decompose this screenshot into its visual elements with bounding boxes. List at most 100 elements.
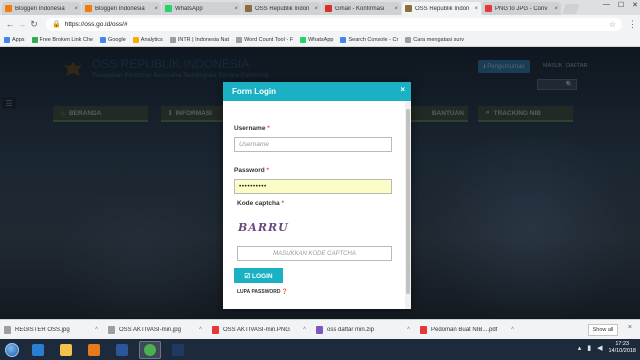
bookmark-label: Free Broken Link Che [39,36,94,43]
lock-icon: 🔒 [52,21,61,28]
required-mark: * [281,200,284,207]
username-field[interactable]: Username [234,137,392,152]
chevron-up-icon[interactable]: ^ [199,327,202,333]
back-arrow-icon[interactable]: ← [4,19,16,29]
volume-icon[interactable]: ◀ [597,344,602,352]
chevron-up-icon[interactable]: ^ [95,327,98,333]
download-item[interactable]: REGISTER OSS.jpg ^ [4,325,98,334]
taskbar-app[interactable] [167,341,189,359]
start-button[interactable] [0,339,24,360]
tab-close-icon[interactable]: × [394,6,398,12]
browser-tab[interactable]: Gmail - Konfirmasi × [322,2,401,15]
forgot-password-link[interactable]: LUPA PASSWORD ❓ [237,289,288,295]
browser-tab[interactable]: Bloggen Indonesia × [82,2,161,15]
minimize-icon[interactable]: — [603,1,610,9]
bookmark-label: Cara mengatasi surv [413,36,465,43]
username-label: Username * [234,125,270,132]
download-item[interactable]: OSS AKTIVASI-min.jpg ^ [108,325,202,334]
login-modal: Form Login × Username * Username Passwor… [223,82,411,309]
downloads-bar: REGISTER OSS.jpg ^ OSS AKTIVASI-min.jpg ^ … [0,319,640,339]
browser-tab[interactable]: PNG to JPG - Conv × [482,2,561,15]
window-controls: — ☐ ✕ [603,1,638,9]
bookmark-label: Word Count Tool - F [244,36,294,43]
tab-close-icon[interactable]: × [554,6,558,12]
new-tab-button[interactable] [562,4,580,14]
bookmarks-bar: Apps Free Broken Link Che Google Analyti… [0,33,640,47]
browser-tab[interactable]: OSS Republik Indon × [242,2,321,15]
tray-arrow-icon[interactable]: ▴ [578,344,582,352]
password-field[interactable]: •••••••••• [234,179,392,194]
chrome-icon [144,343,156,356]
bookmark-star-icon[interactable]: ☆ [609,20,616,29]
chevron-up-icon[interactable]: ^ [407,327,410,333]
captcha-image: BARRU [238,221,289,234]
required-mark: * [267,125,270,132]
browser-tab[interactable]: WhatsApp × [162,2,241,15]
analytics-icon [132,36,139,43]
bookmark-favicon-icon [236,36,243,43]
search-console-icon [340,36,347,43]
scrollbar-thumb[interactable] [406,109,410,294]
taskbar-app[interactable] [27,341,49,359]
windows-start-icon [5,342,19,357]
bookmark-item[interactable]: Search Console - Cr [340,36,399,43]
explorer-icon [60,343,72,356]
download-item[interactable]: Pedoman Buat NIB....pdf ^ [420,325,514,334]
file-icon [108,325,115,334]
browser-tab-active[interactable]: OSS Republik Indon × [402,2,481,15]
tab-label: OSS Republik Indon [415,5,470,12]
taskbar-app[interactable] [83,341,105,359]
bookmark-item[interactable]: Analytics [132,36,163,43]
network-icon[interactable]: ▮ [587,344,591,352]
captcha-label-text: Kode captcha [237,200,280,207]
chevron-up-icon[interactable]: ^ [511,327,514,333]
taskbar-app[interactable] [55,341,77,359]
bookmark-favicon-icon [31,36,38,43]
close-window-icon[interactable]: ✕ [632,1,638,9]
close-downloads-icon[interactable]: × [628,324,632,331]
show-all-downloads-button[interactable]: Show all [588,324,618,336]
bookmark-item[interactable]: Word Count Tool - F [236,36,294,43]
modal-scrollbar[interactable] [405,101,411,309]
forward-arrow-icon[interactable]: → [16,19,28,29]
bookmark-item[interactable]: Cara mengatasi surv [405,36,465,43]
browser-menu-icon[interactable]: ⋮ [628,19,637,30]
chevron-up-icon[interactable]: ^ [303,327,306,333]
download-item[interactable]: OSS AKTIVASI-min.PNG ^ [212,325,306,334]
file-icon [4,325,11,334]
tab-close-icon[interactable]: × [234,6,238,12]
tab-close-icon[interactable]: × [74,6,78,12]
download-label: Pedoman Buat NIB....pdf [431,326,498,333]
reload-icon[interactable]: ↻ [28,19,40,30]
clock[interactable]: 17:23 14/10/2018 [608,341,636,355]
bookmark-item[interactable]: INTR | Indonesia Nat [169,36,229,43]
url-input[interactable]: 🔒 https://oss.go.id/oss/# ☆ [46,17,622,31]
tab-favicon-icon [165,5,172,12]
bookmark-item[interactable]: Free Broken Link Che [31,36,94,43]
taskbar-app[interactable] [111,341,133,359]
apps-grid-icon [4,36,10,43]
tab-label: PNG to JPG - Conv [495,5,548,12]
download-label: REGISTER OSS.jpg [15,326,70,333]
captcha-input[interactable]: MASUKKAN KODE CAPTCHA [237,246,392,261]
system-tray: ▴ ▮ ◀ 17:23 14/10/2018 [578,341,636,355]
bookmark-label: Search Console - Cr [348,36,399,43]
tab-close-icon[interactable]: × [154,6,158,12]
browser-tab[interactable]: Bloggen Indonesia × [2,2,81,15]
tab-close-icon[interactable]: × [474,6,478,12]
tab-label: Gmail - Konfirmasi [335,5,385,12]
bookmark-item[interactable]: Apps [4,36,25,43]
taskbar-app-active[interactable] [139,340,161,359]
tab-close-icon[interactable]: × [314,6,318,12]
address-bar-row: ← → ↻ 🔒 https://oss.go.id/oss/# ☆ ⋮ [0,15,640,33]
photoshop-icon [172,343,184,356]
download-item[interactable]: oss daftar min.zip ^ [316,325,410,334]
bookmark-item[interactable]: WhatsApp [300,36,333,43]
modal-body: Username * Username Password * •••••••••… [223,101,411,309]
bookmark-item[interactable]: Google [100,36,126,43]
login-button[interactable]: ☑ LOGIN [234,268,283,283]
browser-tab-strip: Bloggen Indonesia × Bloggen Indonesia × Wh… [0,0,640,15]
maximize-icon[interactable]: ☐ [618,1,624,9]
close-icon[interactable]: × [400,85,405,94]
word-icon [116,343,128,356]
